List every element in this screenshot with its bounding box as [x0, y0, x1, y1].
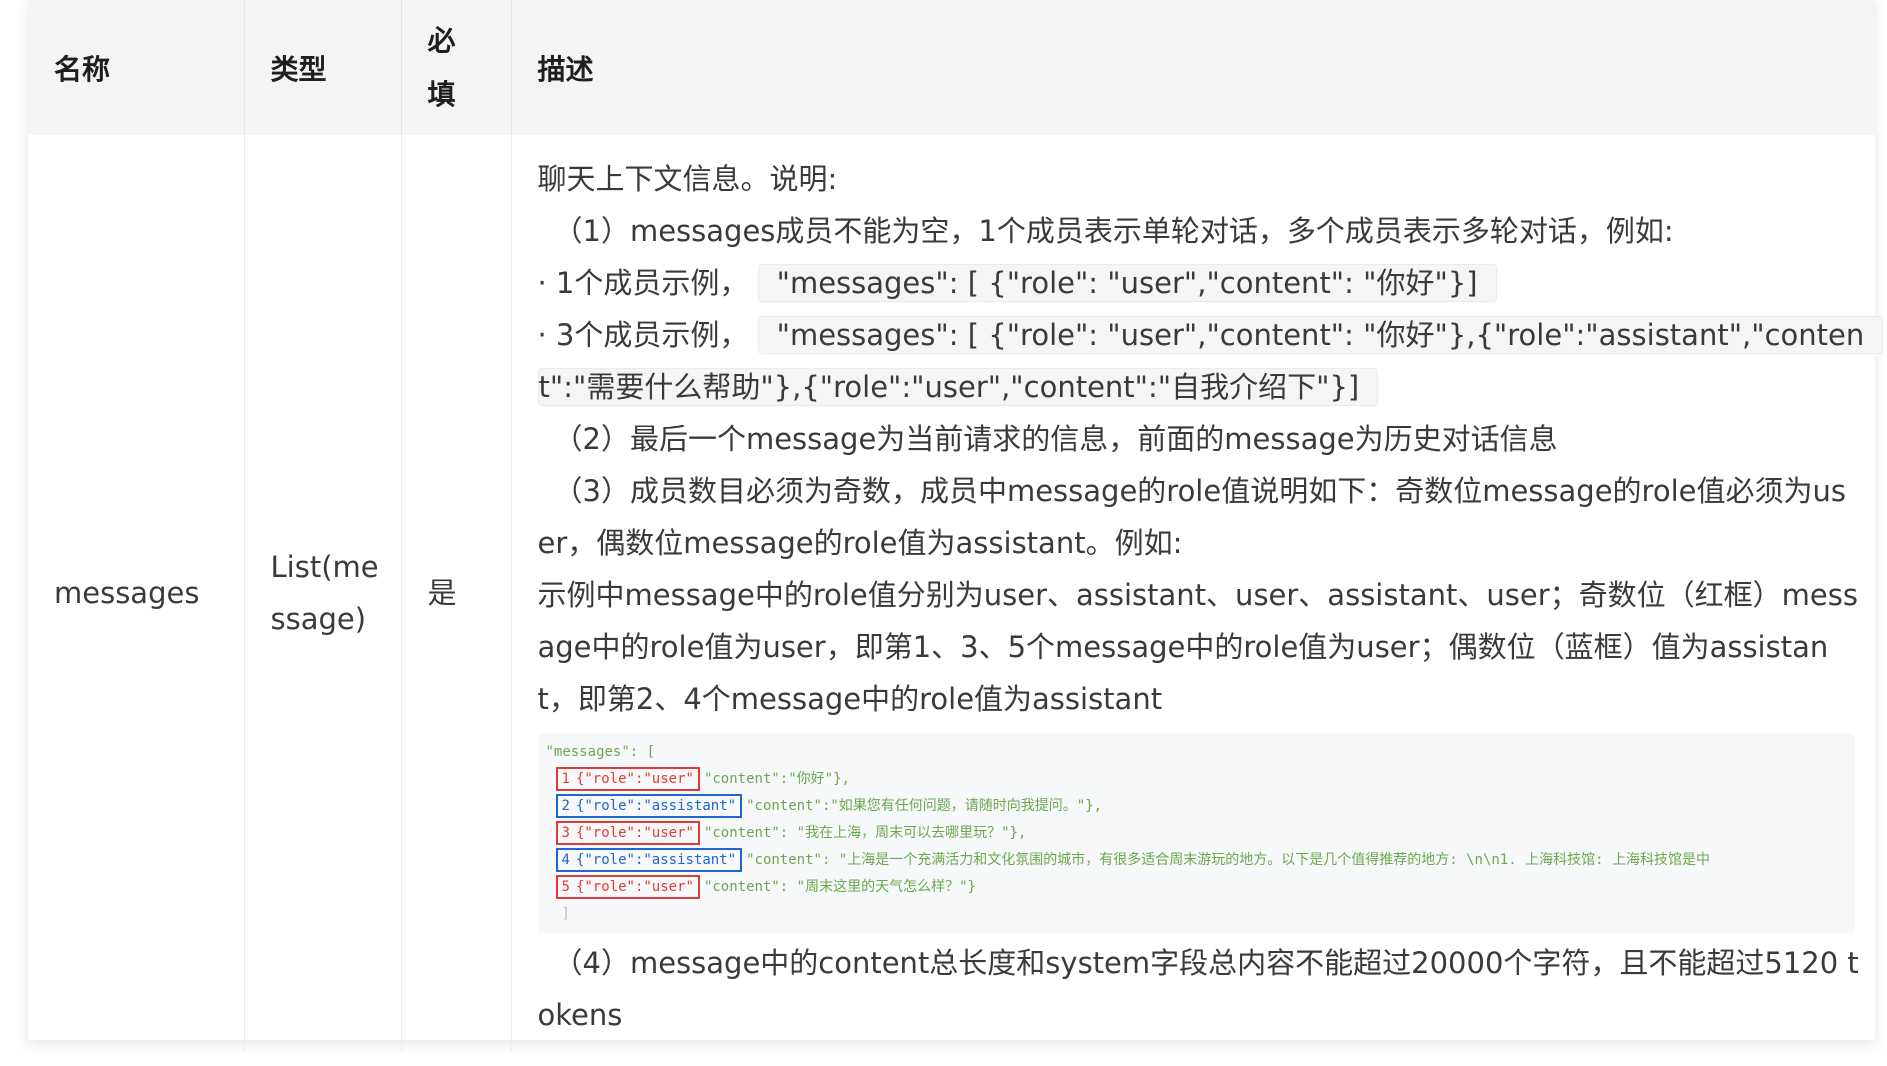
params-table-card: 名称 类型 必 填 描述 messages List(me ssage) 是 聊… — [28, 0, 1884, 1051]
code-row-content: "content":"如果您有任何问题，请随时向我提问。"}, — [746, 798, 1103, 814]
code-row-content: "content": "周末这里的天气怎么样？"} — [703, 879, 976, 895]
desc-line-2: （1）messages成员不能为空，1个成员表示单轮对话，多个成员表示多轮对话，… — [553, 214, 1674, 248]
cell-type-line2: ssage) — [270, 602, 367, 636]
red-box-user-role: 3 {"role":"user" — [555, 821, 700, 845]
desc-line-12: （4）message中的content总长度和system字段总内容不能超过20… — [553, 946, 1859, 980]
code-row-content: "content":"你好"}, — [703, 771, 850, 787]
code-header: "messages": [ — [545, 744, 656, 760]
header-required: 必 填 — [401, 0, 512, 135]
code-row-content: "content": "上海是一个充满活力和文化氛围的城市，有很多适合周末游玩的… — [746, 852, 1710, 868]
desc-line-3-prefix: · 1个成员示例， — [537, 266, 749, 300]
cell-description: 聊天上下文信息。说明: （1）messages成员不能为空，1个成员表示单轮对话… — [511, 135, 1884, 1051]
code-row-content: "content": "我在上海，周末可以去哪里玩？"}, — [703, 825, 1027, 841]
cell-type-line1: List(me — [270, 550, 379, 584]
code-row-number: 2 — [561, 798, 570, 814]
inline-code-multi-example: "messages": [ {"role": "user","content":… — [757, 316, 1884, 354]
code-row-role: {"role":"assistant" — [575, 798, 737, 814]
header-type: 类型 — [244, 0, 402, 135]
blue-box-assistant-role: 4 {"role":"assistant" — [555, 848, 743, 872]
desc-line-5: t":"需要什么帮助"},{"role":"user","content":"自… — [537, 361, 1856, 413]
params-table: 名称 类型 必 填 描述 messages List(me ssage) 是 聊… — [28, 0, 1884, 1051]
code-row-role: {"role":"user" — [575, 771, 694, 787]
desc-line-9: 示例中message中的role值分别为user、assistant、user、… — [537, 578, 1858, 612]
header-name: 名称 — [28, 0, 245, 135]
desc-line-7: （3）成员数目必须为奇数，成员中message的role值说明如下：奇数位mes… — [553, 474, 1846, 508]
inline-code-multi-example-cont: t":"需要什么帮助"},{"role":"user","content":"自… — [537, 368, 1379, 406]
header-description: 描述 — [511, 0, 1875, 135]
red-box-user-role: 1 {"role":"user" — [555, 767, 700, 791]
cell-required: 是 — [401, 135, 512, 1051]
desc-line-6: （2）最后一个message为当前请求的信息，前面的message为历史对话信息 — [553, 422, 1558, 456]
desc-line-3: · 1个成员示例， "messages": [ {"role": "user",… — [538, 257, 1856, 309]
code-example-image: "messages": [ 1 {"role":"user" "content":"… — [537, 733, 1855, 933]
cell-name: messages — [28, 135, 245, 1051]
code-row-role: {"role":"assistant" — [575, 852, 737, 868]
desc-line-13: okens — [537, 998, 623, 1032]
inline-code-single-example: "messages": [ {"role": "user","content":… — [757, 264, 1497, 302]
code-row: 2 {"role":"assistant" "content":"如果您有任何问题，… — [546, 793, 1848, 820]
blue-box-assistant-role: 2 {"role":"assistant" — [555, 794, 743, 818]
desc-line-10: age中的role值为user，即第1、3、5个message中的role值为u… — [537, 630, 1829, 664]
code-row-role: {"role":"user" — [575, 825, 694, 841]
code-row: 1 {"role":"user" "content":"你好"}, — [546, 766, 1848, 793]
header-required-line1: 必 — [427, 23, 456, 57]
red-box-user-role: 5 {"role":"user" — [555, 875, 700, 899]
desc-line-1: 聊天上下文信息。说明: — [537, 162, 838, 196]
desc-line-4-prefix: · 3个成员示例， — [537, 318, 749, 352]
table-row: messages List(me ssage) 是 聊天上下文信息。说明: （1… — [28, 135, 1884, 1051]
desc-line-4: · 3个成员示例， "messages": [ {"role": "user",… — [537, 309, 1884, 361]
cell-type: List(me ssage) — [244, 135, 402, 1051]
code-row: 4 {"role":"assistant" "content": "上海是一个充满活… — [546, 847, 1848, 874]
code-row: 3 {"role":"user" "content": "我在上海，周末可以去哪里玩… — [546, 820, 1848, 847]
code-row-number: 1 — [561, 771, 570, 787]
header-required-line2: 填 — [427, 77, 456, 111]
code-row-number: 3 — [561, 825, 570, 841]
code-row-role: {"role":"user" — [575, 879, 694, 895]
code-row-number: 4 — [561, 852, 570, 868]
desc-line-11: t，即第2、4个message中的role值为assistant — [537, 682, 1163, 716]
desc-line-8: er，偶数位message的role值为assistant。例如: — [537, 526, 1183, 560]
code-footer: ] — [561, 906, 570, 922]
code-row-number: 5 — [561, 879, 570, 895]
table-header-row: 名称 类型 必 填 描述 — [28, 0, 1875, 135]
code-row: 5 {"role":"user" "content": "周末这里的天气怎么样？"} — [546, 874, 1848, 901]
code-rows: 1 {"role":"user" "content":"你好"}, 2 {"role":… — [546, 766, 1848, 901]
